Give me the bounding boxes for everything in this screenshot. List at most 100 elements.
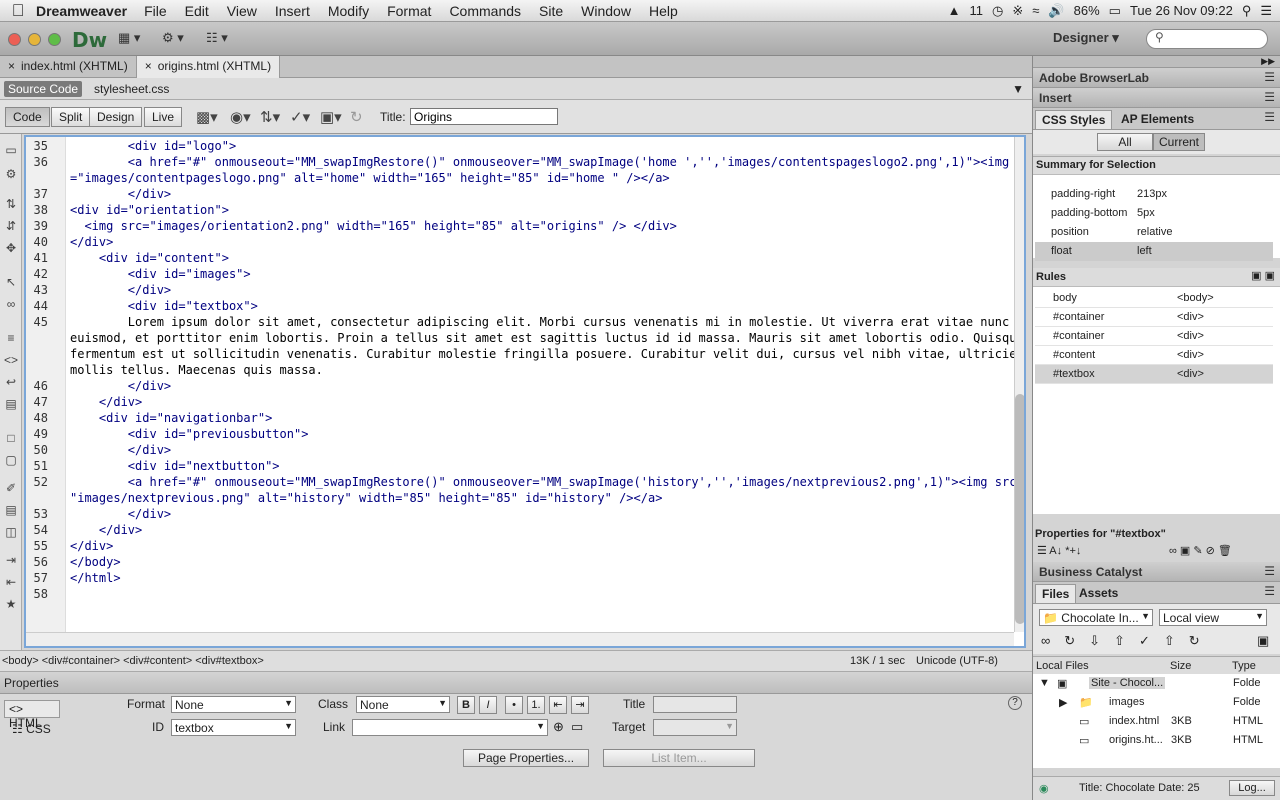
apple-icon[interactable]: 	[0, 1, 36, 21]
tab-css-styles[interactable]: CSS Styles	[1035, 110, 1113, 129]
remove-comment-icon[interactable]: ▢	[3, 452, 19, 468]
menu-help[interactable]: Help	[640, 3, 687, 19]
battery-percent[interactable]: 86%	[1074, 3, 1100, 18]
help-icon[interactable]: ?	[1008, 696, 1022, 710]
zoom-window-button[interactable]	[48, 33, 61, 46]
code-line[interactable]: <div id="images">	[70, 267, 251, 281]
html-tab[interactable]: <> HTML	[4, 700, 60, 730]
code-line[interactable]: </div>	[70, 379, 171, 393]
help-search-input[interactable]: ⚲	[1146, 29, 1268, 49]
tab-assets[interactable]: Assets	[1073, 584, 1124, 603]
rule-row[interactable]: #container <div>	[1035, 308, 1273, 327]
syntax-coloring-icon[interactable]: ▤	[3, 396, 19, 412]
bold-button[interactable]: B	[457, 696, 475, 714]
code-line[interactable]: fermentum est ut sollicitudin venenatis.…	[70, 347, 1024, 361]
view-mode-icons[interactable]: ☰ A↓ *+↓	[1037, 544, 1081, 557]
class-select[interactable]: None ▼	[356, 696, 450, 713]
show-code-navigator-icon[interactable]: ⚙	[3, 166, 19, 182]
collapse-panels-icon[interactable]: ▶▶	[1033, 56, 1280, 68]
tag-selector[interactable]: <body> <div#container> <div#content> <di…	[2, 655, 264, 667]
code-view-button[interactable]: Code	[5, 107, 50, 127]
preview-browser-icon[interactable]: ◉▾	[230, 108, 251, 126]
workspace-switcher[interactable]: Designer ▾	[1053, 30, 1119, 46]
page-properties-button[interactable]: Page Properties...	[463, 749, 589, 767]
summary-row[interactable]: padding-right 213px	[1035, 185, 1273, 204]
multiscreen-icon[interactable]: ▩▾	[196, 108, 218, 126]
file-row[interactable]: ▭ index.html 3KB HTML	[1035, 712, 1273, 731]
split-view-button[interactable]: Split	[51, 107, 91, 127]
disclosure-triangle-icon[interactable]: ▼	[1039, 677, 1050, 689]
browse-folder-icon[interactable]: ▭	[571, 719, 583, 735]
code-line[interactable]: <a href="#" onmouseout="MM_swapImgRestor…	[70, 475, 1024, 489]
business-catalyst-header[interactable]: Business Catalyst ☰	[1033, 562, 1280, 582]
collapse-selection-icon[interactable]: ⇵	[3, 218, 19, 234]
format-select[interactable]: None ▼	[171, 696, 296, 713]
clock[interactable]: Tue 26 Nov 09:22	[1130, 3, 1233, 18]
code-line[interactable]: mollis tellus. Maecenas quis massa.	[70, 363, 323, 377]
volume-icon[interactable]: 🔊	[1048, 3, 1064, 19]
menu-site[interactable]: Site	[530, 3, 572, 19]
menu-commands[interactable]: Commands	[440, 3, 530, 19]
file-row[interactable]: ▼ ▣ Site - Chocol... Folde	[1035, 674, 1273, 693]
summary-row[interactable]: position relative	[1035, 223, 1273, 242]
panel-menu-icon[interactable]: ☰	[1264, 110, 1275, 124]
code-line[interactable]: </div>	[70, 539, 113, 553]
code-line[interactable]: </div>	[70, 507, 171, 521]
current-mode-button[interactable]: Current	[1153, 133, 1205, 151]
line-numbers-icon[interactable]: ≡	[3, 330, 19, 346]
site-select[interactable]: 📁 Chocolate In... ▼	[1039, 609, 1153, 626]
disclosure-triangle-icon[interactable]: ▶	[1059, 696, 1067, 709]
italic-button[interactable]: I	[479, 696, 497, 714]
log-button[interactable]: Log...	[1229, 780, 1275, 796]
rule-action-icons[interactable]: ∞ ▣ ✎ ⊘ 🗑	[1169, 544, 1232, 557]
browserlab-panel-header[interactable]: Adobe BrowserLab ☰	[1033, 68, 1280, 88]
check-page-icon[interactable]: ✓▾	[290, 108, 310, 126]
menu-view[interactable]: View	[218, 3, 266, 19]
site-icon[interactable]: ☷ ▾	[206, 30, 228, 48]
bluetooth-icon[interactable]: ※	[1012, 3, 1023, 19]
menu-insert[interactable]: Insert	[266, 3, 319, 19]
code-line[interactable]: </body>	[70, 555, 121, 569]
col-type[interactable]: Type	[1232, 660, 1256, 672]
format-source-icon[interactable]: ★	[3, 596, 19, 612]
panel-menu-icon[interactable]: ☰	[1264, 564, 1275, 578]
wrap-tag-icon[interactable]: ✐	[3, 480, 19, 496]
panel-menu-icon[interactable]: ☰	[1264, 584, 1275, 598]
all-mode-button[interactable]: All	[1097, 133, 1153, 151]
time-machine-icon[interactable]: ◷	[992, 3, 1003, 19]
link-input[interactable]: ▼	[352, 719, 548, 736]
file-management-icon[interactable]: ⇅▾	[260, 108, 280, 126]
outdent-code-icon[interactable]: ⇤	[3, 574, 19, 590]
notification-icon[interactable]: ☰	[1260, 3, 1272, 19]
indent-icon[interactable]: ⇥	[571, 696, 589, 714]
file-action-icons[interactable]: ∞↻⇩⇧✓⇧↻	[1041, 633, 1214, 649]
code-line[interactable]: </div>	[70, 395, 142, 409]
rule-row[interactable]: #container <div>	[1035, 327, 1273, 346]
rule-row[interactable]: #textbox <div>	[1035, 365, 1273, 384]
view-select[interactable]: Local view ▼	[1159, 609, 1267, 626]
adobe-icon[interactable]: ▲	[948, 3, 961, 18]
expand-files-icon[interactable]: ▣	[1257, 633, 1269, 649]
filter-icon[interactable]: ▼	[1012, 82, 1024, 96]
app-menu-name[interactable]: Dreamweaver	[36, 3, 127, 19]
code-line[interactable]: <div id="nextbutton">	[70, 459, 280, 473]
insert-panel-header[interactable]: Insert ☰	[1033, 88, 1280, 108]
ordered-list-icon[interactable]: 1.	[527, 696, 545, 714]
properties-header[interactable]: Properties	[0, 672, 1032, 694]
tab-ap-elements[interactable]: AP Elements	[1115, 110, 1200, 129]
unordered-list-icon[interactable]: •	[505, 696, 523, 714]
collapse-full-tag-icon[interactable]: ⇅	[3, 196, 19, 212]
code-line[interactable]: </div>	[70, 187, 171, 201]
visual-aids-icon[interactable]: ▣▾	[320, 108, 342, 126]
apply-comment-icon[interactable]: □	[3, 430, 19, 446]
rule-row[interactable]: body <body>	[1035, 289, 1273, 308]
code-line[interactable]: <div id="textbox">	[70, 299, 258, 313]
battery-icon[interactable]: ▭	[1109, 3, 1121, 19]
summary-row[interactable]: padding-bottom 5px	[1035, 204, 1273, 223]
point-to-file-icon[interactable]: ⊕	[553, 719, 564, 735]
move-css-icon[interactable]: ◫	[3, 524, 19, 540]
menu-window[interactable]: Window	[572, 3, 640, 19]
code-line[interactable]: <img src="images/orientation2.png" width…	[70, 219, 676, 233]
indent-code-icon[interactable]: ⇥	[3, 552, 19, 568]
target-select[interactable]: ▼	[653, 719, 737, 736]
